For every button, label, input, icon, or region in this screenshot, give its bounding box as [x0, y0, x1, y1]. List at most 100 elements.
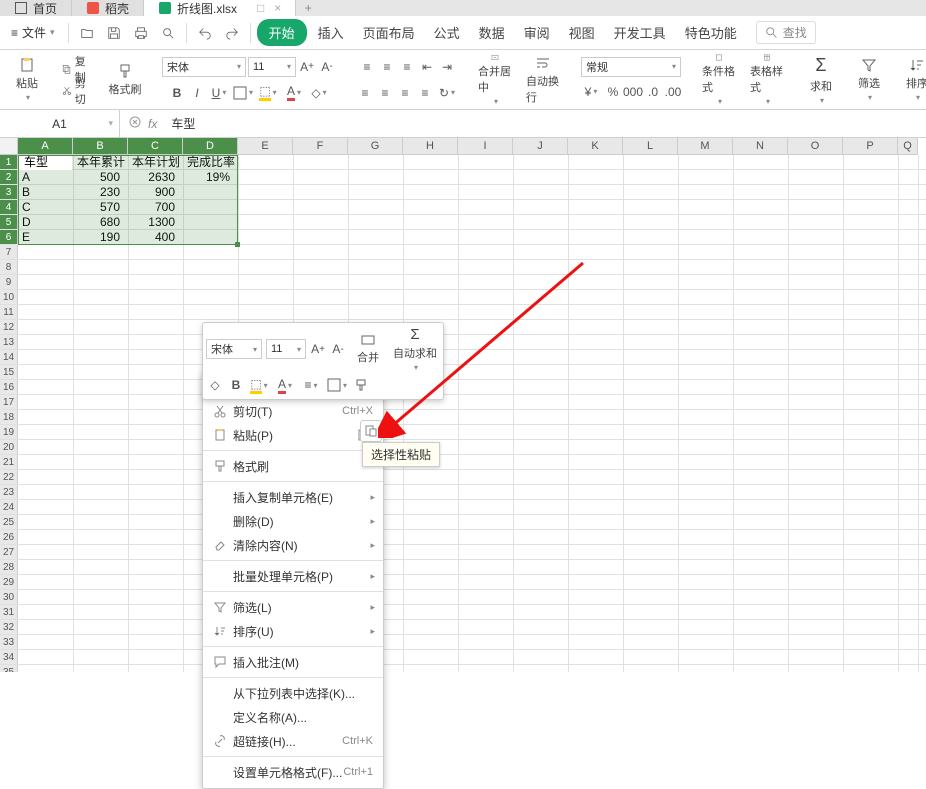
- mini-fill-color-icon[interactable]: ⬚▾: [248, 374, 270, 396]
- row-header[interactable]: 10: [0, 290, 18, 305]
- ctx-insert-comment[interactable]: 插入批注(M): [203, 650, 383, 674]
- name-box[interactable]: A1▾: [0, 110, 120, 137]
- fill-color-icon[interactable]: ⬚▾: [256, 82, 280, 104]
- align-center-icon[interactable]: ≡: [376, 82, 394, 104]
- justify-icon[interactable]: ≡: [416, 82, 434, 104]
- underline-icon[interactable]: U▾: [208, 82, 230, 104]
- row-header[interactable]: 14: [0, 350, 18, 365]
- ctx-hyperlink[interactable]: 超链接(H)... Ctrl+K: [203, 729, 383, 753]
- row-header[interactable]: 26: [0, 530, 18, 545]
- orientation-icon[interactable]: ↻▾: [436, 82, 458, 104]
- ctx-sort[interactable]: 排序(U) ▸: [203, 619, 383, 643]
- row-header[interactable]: 21: [0, 455, 18, 470]
- row-header[interactable]: 27: [0, 545, 18, 560]
- cond-format-button[interactable]: 条件格式▾: [702, 54, 736, 106]
- close-tab-icon[interactable]: ×: [274, 1, 281, 15]
- column-header[interactable]: A: [18, 138, 73, 155]
- mini-bold-icon[interactable]: B: [228, 374, 244, 396]
- mini-font-color-icon[interactable]: A▾: [274, 374, 296, 396]
- add-tab-button[interactable]: +: [296, 0, 320, 16]
- ctx-dropdown-select[interactable]: 从下拉列表中选择(K)...: [203, 681, 383, 705]
- row-header[interactable]: 35: [0, 665, 18, 672]
- font-size-select[interactable]: 11▾: [248, 57, 296, 77]
- row-header[interactable]: 24: [0, 500, 18, 515]
- row-header[interactable]: 28: [0, 560, 18, 575]
- ctx-define-name[interactable]: 定义名称(A)...: [203, 705, 383, 729]
- mini-merge-button[interactable]: 合并: [350, 333, 386, 365]
- row-header[interactable]: 7: [0, 245, 18, 260]
- mini-format-painter-icon[interactable]: [352, 374, 370, 396]
- ctx-cut[interactable]: 剪切(T) Ctrl+X: [203, 399, 383, 423]
- column-header[interactable]: Q: [898, 138, 918, 155]
- row-header[interactable]: 1: [0, 155, 18, 170]
- search-input[interactable]: 查找: [756, 21, 816, 44]
- decimal-increase-icon[interactable]: .0: [644, 81, 662, 103]
- column-header[interactable]: E: [238, 138, 293, 155]
- menu-insert[interactable]: 插入: [310, 19, 352, 46]
- column-header[interactable]: K: [568, 138, 623, 155]
- menu-dev[interactable]: 开发工具: [606, 19, 674, 46]
- row-header[interactable]: 4: [0, 200, 18, 215]
- cut-button[interactable]: 剪切: [58, 81, 94, 101]
- dao-tab[interactable]: 稻壳: [72, 0, 144, 16]
- ctx-batch[interactable]: 批量处理单元格(P) ▸: [203, 564, 383, 588]
- ctx-delete[interactable]: 删除(D) ▸: [203, 509, 383, 533]
- mini-font-decrease-icon[interactable]: A-: [330, 338, 346, 360]
- ctx-insert-copied[interactable]: 插入复制单元格(E) ▸: [203, 485, 383, 509]
- row-header[interactable]: 23: [0, 485, 18, 500]
- row-header[interactable]: 16: [0, 380, 18, 395]
- font-decrease-icon[interactable]: A-: [318, 56, 336, 78]
- row-header[interactable]: 11: [0, 305, 18, 320]
- mini-clear-icon[interactable]: ◇: [206, 374, 224, 396]
- preview-icon[interactable]: [156, 22, 180, 44]
- wrap-button[interactable]: 自动换行: [526, 54, 560, 106]
- row-header[interactable]: 19: [0, 425, 18, 440]
- menu-start[interactable]: 开始: [257, 19, 307, 46]
- column-header[interactable]: G: [348, 138, 403, 155]
- column-header[interactable]: D: [183, 138, 238, 155]
- undo-icon[interactable]: [193, 22, 217, 44]
- column-header[interactable]: L: [623, 138, 678, 155]
- row-header[interactable]: 9: [0, 275, 18, 290]
- menu-layout[interactable]: 页面布局: [355, 19, 423, 46]
- row-header[interactable]: 31: [0, 605, 18, 620]
- menu-formula[interactable]: 公式: [426, 19, 468, 46]
- align-middle-icon[interactable]: ≡: [378, 56, 396, 78]
- thousands-icon[interactable]: 000: [624, 81, 642, 103]
- sort-button[interactable]: 排序▾: [900, 54, 926, 106]
- menu-special[interactable]: 特色功能: [677, 19, 745, 46]
- row-header[interactable]: 20: [0, 440, 18, 455]
- decimal-decrease-icon[interactable]: .00: [664, 81, 682, 103]
- indent-decrease-icon[interactable]: ⇤: [418, 56, 436, 78]
- paste-special-flyout[interactable]: [360, 420, 382, 442]
- row-header[interactable]: 34: [0, 650, 18, 665]
- percent-icon[interactable]: %: [604, 81, 622, 103]
- bold-icon[interactable]: B: [168, 82, 186, 104]
- row-header[interactable]: 17: [0, 395, 18, 410]
- ctx-paste[interactable]: 粘贴(P): [203, 423, 383, 447]
- column-header[interactable]: M: [678, 138, 733, 155]
- sum-button[interactable]: Σ求和▾: [804, 54, 838, 106]
- filter-button[interactable]: 筛选▾: [852, 54, 886, 106]
- indent-increase-icon[interactable]: ⇥: [438, 56, 456, 78]
- ctx-format-painter[interactable]: 格式刷: [203, 454, 383, 478]
- row-header[interactable]: 6: [0, 230, 18, 245]
- clear-format-icon[interactable]: ◇▾: [308, 82, 330, 104]
- table-style-button[interactable]: 表格样式▾: [750, 54, 784, 106]
- mini-sum-button[interactable]: Σ自动求和▾: [390, 326, 440, 372]
- border-icon[interactable]: ▾: [232, 82, 254, 104]
- number-format-select[interactable]: 常规▾: [581, 57, 681, 77]
- tab-box-icon[interactable]: □: [257, 1, 264, 15]
- row-header[interactable]: 15: [0, 365, 18, 380]
- ctx-clear[interactable]: 清除内容(N) ▸: [203, 533, 383, 557]
- spreadsheet-grid[interactable]: ABCDEFGHIJKLMNOPQ 1234567891011121314151…: [0, 138, 926, 672]
- print-icon[interactable]: [129, 22, 153, 44]
- redo-icon[interactable]: [220, 22, 244, 44]
- italic-icon[interactable]: I: [188, 82, 206, 104]
- row-header[interactable]: 25: [0, 515, 18, 530]
- folder-icon[interactable]: [75, 22, 99, 44]
- column-header[interactable]: C: [128, 138, 183, 155]
- currency-icon[interactable]: ¥▾: [580, 81, 602, 103]
- row-header[interactable]: 13: [0, 335, 18, 350]
- formula-input[interactable]: 车型: [165, 115, 926, 132]
